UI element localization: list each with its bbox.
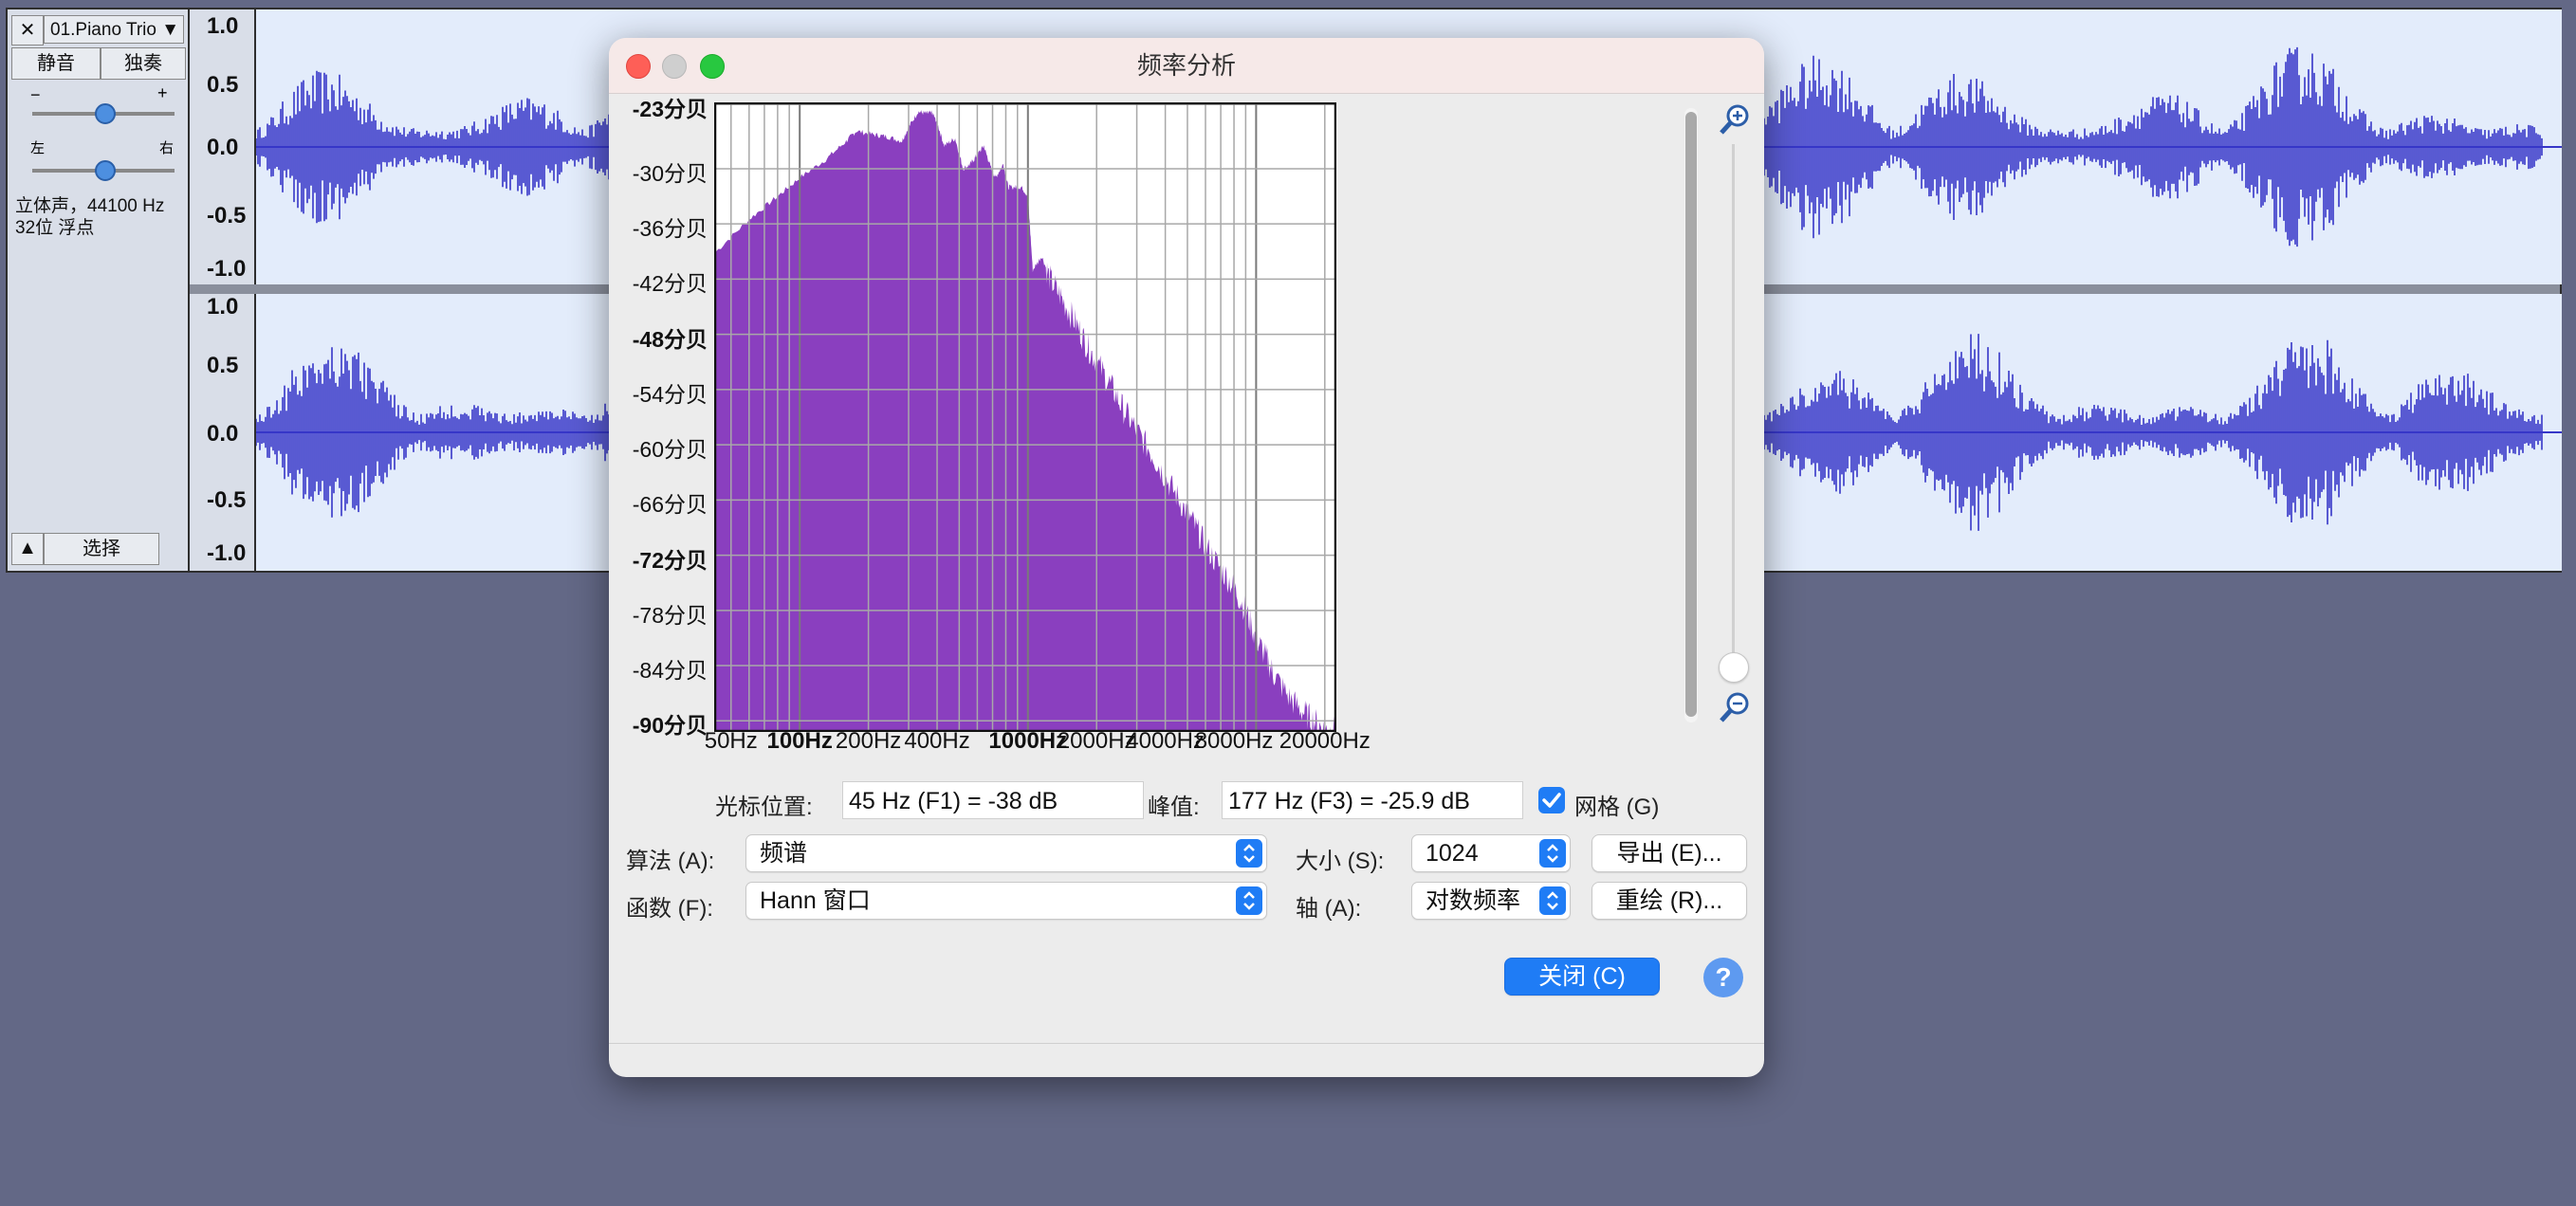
cursor-position-label: 光标位置: [715, 795, 813, 820]
x-tick-label: 200Hz [835, 728, 902, 754]
axis-select-value: 对数频率 [1426, 887, 1521, 914]
grid-label: 网格 (G) [1574, 795, 1660, 820]
y-tick-label: -54分贝 [632, 381, 708, 407]
gain-plus-label: + [157, 83, 168, 102]
y-tick-label: -42分贝 [632, 271, 708, 297]
vertical-scrollbar-thumb[interactable] [1685, 112, 1697, 717]
gain-slider[interactable] [32, 103, 175, 124]
close-button[interactable]: 关闭 (C) [1504, 958, 1660, 996]
algorithm-select-value: 频谱 [760, 840, 808, 867]
zoom-slider-track[interactable] [1732, 144, 1735, 675]
ruler-tick: 0.0 [207, 135, 239, 160]
dialog-titlebar[interactable]: 频率分析 [609, 38, 1764, 94]
ruler-tick: -1.0 [207, 256, 247, 282]
collapse-track-button[interactable]: ▲ [11, 533, 44, 565]
mute-button[interactable]: 静音 [11, 47, 101, 80]
y-tick-label: -90分贝 [632, 713, 708, 739]
peak-label: 峰值: [1148, 795, 1200, 820]
axis-select[interactable]: 对数频率 [1411, 882, 1571, 920]
amplitude-ruler-left-channel: 1.0 0.5 0.0 -0.5 -1.0 [190, 9, 254, 286]
size-select-value: 1024 [1426, 840, 1479, 867]
cursor-position-field: 45 Hz (F1) = -38 dB [842, 781, 1144, 819]
x-tick-label: 20000Hz [1279, 728, 1371, 754]
select-arrows-icon [1539, 886, 1566, 915]
function-select-value: Hann 窗口 [760, 887, 871, 914]
track-format-line1: 立体声，44100 Hz [15, 196, 165, 216]
ruler-tick: -0.5 [207, 487, 247, 513]
zoom-slider-thumb[interactable] [1719, 652, 1749, 683]
ruler-tick: 0.5 [207, 72, 239, 98]
solo-button[interactable]: 独奏 [101, 47, 186, 80]
track-close-button[interactable]: ✕ [11, 15, 44, 46]
y-tick-label: -30分贝 [632, 160, 708, 186]
y-tick-label: -84分贝 [632, 658, 708, 684]
function-label: 函数 (F): [626, 896, 713, 922]
gain-slider-thumb[interactable] [95, 103, 116, 124]
size-select[interactable]: 1024 [1411, 834, 1571, 872]
track-format-line2: 32位 浮点 [15, 218, 95, 238]
help-button[interactable]: ? [1703, 958, 1743, 997]
amplitude-ruler-right-channel: 1.0 0.5 0.0 -0.5 -1.0 [190, 294, 254, 571]
ruler-tick: -0.5 [207, 203, 247, 228]
track-name-menu[interactable]: 01.Piano Trio ▼ [44, 15, 184, 44]
y-tick-label: -48分贝 [632, 326, 708, 352]
algorithm-select[interactable]: 频谱 [745, 834, 1267, 872]
chevron-down-icon: ▼ [161, 20, 179, 40]
x-tick-label: 400Hz [904, 728, 970, 754]
grid-checkbox[interactable] [1538, 787, 1565, 813]
x-tick-label: 4000Hz [1126, 728, 1205, 754]
pan-right-label: 右 [159, 140, 175, 156]
select-arrows-icon [1539, 839, 1566, 868]
vertical-scrollbar[interactable] [1684, 108, 1698, 722]
pan-slider[interactable] [32, 160, 175, 181]
y-tick-label: -36分贝 [632, 216, 708, 242]
y-tick-label: -60分贝 [632, 437, 708, 463]
function-select[interactable]: Hann 窗口 [745, 882, 1267, 920]
pan-slider-thumb[interactable] [95, 160, 116, 181]
track-name: 01.Piano Trio [50, 20, 156, 40]
algorithm-label: 算法 (A): [626, 849, 715, 874]
export-button[interactable]: 导出 (E)... [1592, 834, 1747, 872]
y-tick-label: -72分贝 [632, 547, 708, 573]
y-tick-label: -23分贝 [632, 97, 708, 121]
x-tick-label: 1000Hz [988, 728, 1068, 754]
checkmark-icon [1542, 793, 1561, 808]
replot-button[interactable]: 重绘 (R)... [1592, 882, 1747, 920]
peak-field: 177 Hz (F3) = -25.9 dB [1222, 781, 1523, 819]
select-arrows-icon [1236, 839, 1262, 868]
size-label: 大小 (S): [1296, 849, 1385, 874]
track-format-info: 立体声，44100 Hz 32位 浮点 [15, 195, 164, 239]
frequency-analysis-dialog: 频率分析 -23分贝 -30分贝 -36分贝 -42分贝 -48分贝 -54分贝 -60分贝… [609, 38, 1764, 1077]
triangle-up-icon: ▲ [18, 538, 37, 558]
dialog-title: 频率分析 [1136, 51, 1236, 80]
x-tick-label: 100Hz [766, 728, 833, 754]
track-control-panel: ✕ 01.Piano Trio ▼ 静音 独奏 − + 左 右 立体声，4410… [8, 9, 190, 571]
spectrum-plot[interactable] [714, 102, 1336, 732]
ruler-tick: -1.0 [207, 540, 247, 566]
select-arrows-icon [1236, 886, 1262, 915]
zoom-in-icon[interactable] [1719, 102, 1753, 137]
ruler-tick: 1.0 [207, 13, 239, 39]
ruler-tick: 0.5 [207, 353, 239, 378]
pan-left-label: 左 [30, 140, 46, 156]
x-tick-label: 50Hz [704, 728, 758, 754]
y-tick-label: -78分贝 [632, 602, 708, 628]
ruler-tick: 0.0 [207, 421, 239, 447]
zoom-out-icon[interactable] [1719, 690, 1753, 724]
x-tick-label: 8000Hz [1194, 728, 1274, 754]
y-tick-label: -66分贝 [632, 492, 708, 518]
ruler-tick: 1.0 [207, 294, 239, 320]
select-track-button[interactable]: 选择 [44, 533, 159, 565]
dialog-footer-divider [609, 1043, 1764, 1044]
x-tick-label: 2000Hz [1057, 728, 1136, 754]
help-icon: ? [1715, 962, 1732, 992]
axis-label: 轴 (A): [1296, 896, 1362, 922]
gain-minus-label: − [30, 85, 41, 104]
